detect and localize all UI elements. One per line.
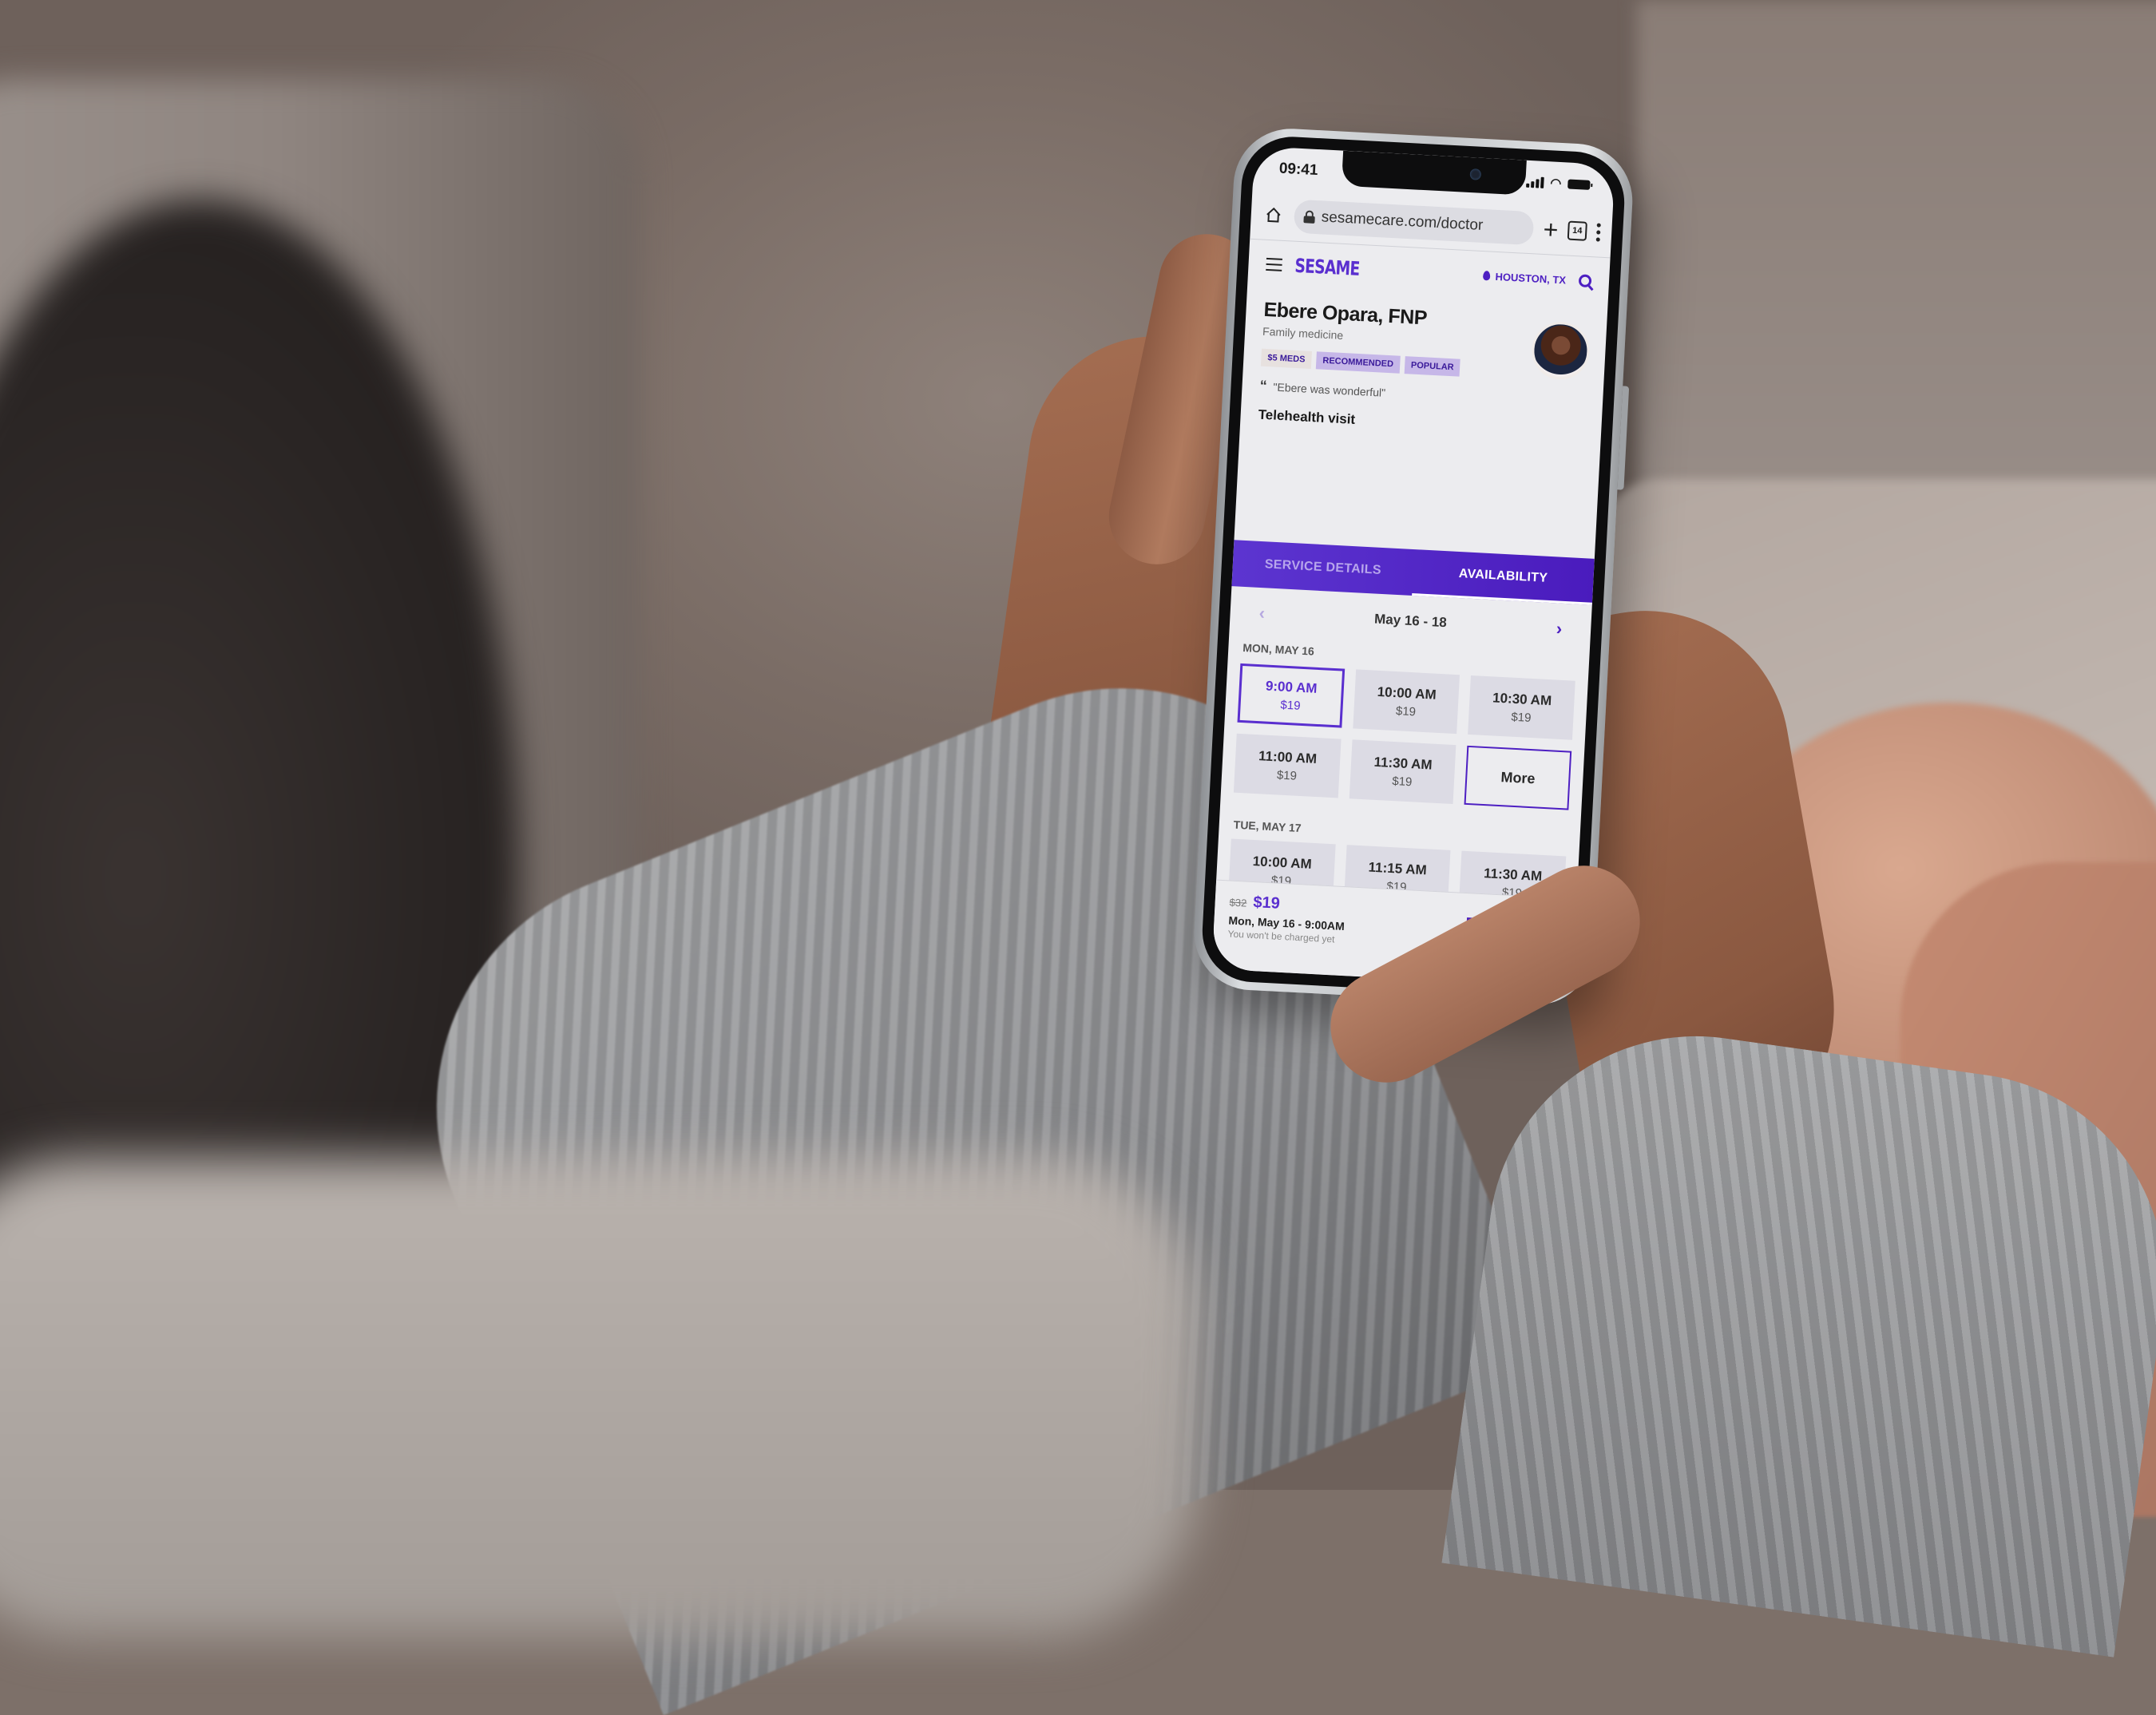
- slot-price: $19: [1395, 703, 1417, 719]
- chevron-right-icon[interactable]: ›: [1556, 618, 1563, 639]
- signal-icon: [1526, 176, 1544, 188]
- map-pin-icon: [1483, 271, 1491, 281]
- time-slot[interactable]: 11:00 AM $19: [1233, 733, 1342, 798]
- photo-background: [0, 0, 2156, 1715]
- lock-icon: [1303, 210, 1315, 224]
- slot-time: 11:30 AM: [1483, 865, 1543, 884]
- day-label: TUE, MAY 17: [1233, 818, 1302, 835]
- slot-time: 9:00 AM: [1265, 678, 1318, 696]
- phone-screen: 09:41 ◠ sesamecare.com/doctor + 14 SESAM…: [1211, 145, 1615, 988]
- status-time: 09:41: [1278, 160, 1318, 180]
- slot-time: 11:00 AM: [1258, 747, 1318, 766]
- slot-price: $19: [1280, 698, 1301, 713]
- location-label: HOUSTON, TX: [1495, 270, 1567, 286]
- quote-icon: “: [1259, 377, 1266, 394]
- badge-recommended: RECOMMENDED: [1315, 351, 1401, 374]
- slot-price: $19: [1511, 710, 1532, 725]
- slot-time: 10:00 AM: [1252, 853, 1313, 872]
- url-text: sesamecare.com/doctor: [1321, 208, 1484, 234]
- more-vertical-icon[interactable]: [1595, 222, 1601, 242]
- slot-price: $19: [1391, 774, 1413, 789]
- badge-popular: POPULAR: [1404, 356, 1461, 377]
- front-camera: [1469, 168, 1482, 180]
- review-quote: “ "Ebere was wonderful": [1259, 378, 1586, 411]
- time-slot[interactable]: 11:30 AM $19: [1349, 739, 1456, 805]
- tab-service-details[interactable]: SERVICE DETAILS: [1231, 540, 1414, 596]
- search-icon[interactable]: [1578, 274, 1592, 288]
- status-icons: ◠: [1526, 174, 1591, 193]
- day-label: MON, MAY 16: [1242, 640, 1315, 658]
- current-price: $19: [1252, 893, 1281, 913]
- quote-text: "Ebere was wonderful": [1273, 380, 1386, 399]
- time-slot[interactable]: 10:30 AM $19: [1468, 675, 1575, 740]
- slot-time: 10:00 AM: [1377, 683, 1437, 703]
- slot-time: 11:30 AM: [1373, 754, 1433, 773]
- time-slot[interactable]: 9:00 AM $19: [1237, 663, 1345, 728]
- badge-meds: $5 MEDS: [1260, 348, 1313, 369]
- tabs-icon[interactable]: 14: [1567, 220, 1587, 241]
- battery-icon: [1567, 179, 1591, 190]
- home-icon[interactable]: [1262, 204, 1285, 227]
- chevron-left-icon[interactable]: ‹: [1258, 603, 1266, 624]
- time-slot-grid: 9:00 AM $19 10:00 AM $19 10:30 AM $19 11…: [1233, 663, 1575, 810]
- slot-time: 10:30 AM: [1492, 689, 1552, 708]
- time-slot[interactable]: 10:00 AM $19: [1352, 669, 1460, 735]
- tab-availability[interactable]: AVAILABILITY: [1412, 549, 1595, 605]
- sweater-sleeve-right: [1441, 1009, 2156, 1658]
- more-label: More: [1500, 768, 1536, 786]
- menu-icon[interactable]: [1266, 257, 1282, 271]
- tab-bar: SERVICE DETAILS AVAILABILITY: [1231, 540, 1595, 605]
- date-range: May 16 - 18: [1373, 611, 1448, 631]
- visit-type: Telehealth visit: [1258, 406, 1356, 427]
- slot-price: $19: [1276, 767, 1298, 783]
- slot-time: 11:15 AM: [1368, 859, 1428, 877]
- address-bar[interactable]: sesamecare.com/doctor: [1293, 199, 1535, 246]
- foreground-blur: [0, 1158, 1198, 1637]
- location-selector[interactable]: HOUSTON, TX: [1483, 270, 1566, 286]
- more-times-button[interactable]: More: [1464, 745, 1572, 810]
- original-price: $32: [1229, 896, 1247, 909]
- plus-icon[interactable]: +: [1543, 215, 1560, 244]
- wifi-icon: ◠: [1549, 176, 1562, 192]
- sesame-logo[interactable]: SESAME: [1294, 255, 1360, 280]
